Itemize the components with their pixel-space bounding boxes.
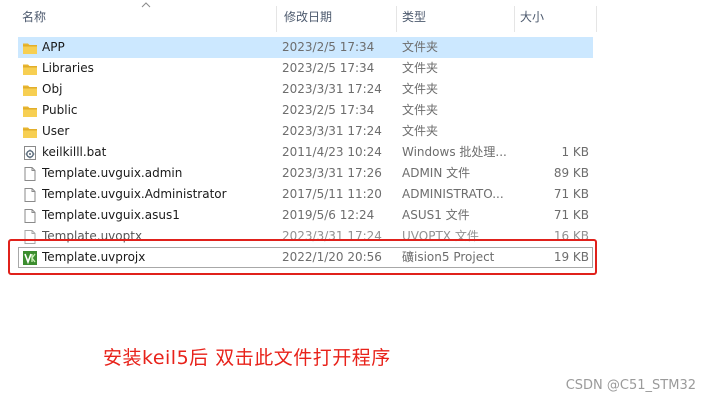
file-name: Template.uvguix.admin <box>42 166 183 180</box>
file-size: 1 KB <box>561 145 589 159</box>
file-icon <box>22 187 38 203</box>
column-divider[interactable] <box>396 6 397 32</box>
file-date-modified: 2023/3/31 17:24 <box>282 82 382 96</box>
file-name: Template.uvguix.Administrator <box>42 187 227 201</box>
annotation-text: 安装keil5后 双击此文件打开程序 <box>103 347 391 369</box>
file-name: APP <box>42 40 65 54</box>
file-row[interactable]: keilkilll.bat 2011/4/23 10:24 Windows 批处理.… <box>18 142 593 163</box>
file-type: ADMINISTRATO... <box>402 187 504 201</box>
column-header-bar: 名称 修改日期 类型 大小 <box>0 0 600 34</box>
column-divider[interactable] <box>276 6 277 32</box>
column-header-name[interactable]: 名称 <box>18 0 276 34</box>
file-row[interactable]: User 2023/3/31 17:24 文件夹 <box>18 121 593 142</box>
file-row[interactable]: Template.uvguix.asus1 2019/5/6 12:24 ASUS1… <box>18 205 593 226</box>
file-date-modified: 2017/5/11 11:20 <box>282 187 382 201</box>
file-date-modified: 2023/2/5 17:34 <box>282 40 375 54</box>
column-header-date-modified[interactable]: 修改日期 <box>280 0 397 34</box>
file-type: 文件夹 <box>402 40 439 54</box>
file-size <box>518 100 589 121</box>
folder-icon <box>22 103 38 119</box>
file-date-modified: 2023/3/31 17:26 <box>282 166 382 180</box>
folder-icon <box>22 61 38 77</box>
file-type: 文件夹 <box>402 82 439 96</box>
file-row[interactable]: Obj 2023/3/31 17:24 文件夹 <box>18 79 593 100</box>
file-size: 71 KB <box>553 208 589 222</box>
file-row[interactable]: Public 2023/2/5 17:34 文件夹 <box>18 100 593 121</box>
file-type: 文件夹 <box>402 61 439 75</box>
file-type: ADMIN 文件 <box>402 166 471 180</box>
file-size <box>518 58 589 79</box>
file-type: ASUS1 文件 <box>402 208 470 222</box>
file-type: 文件夹 <box>402 103 439 117</box>
file-date-modified: 2011/4/23 10:24 <box>282 145 382 159</box>
file-icon <box>22 208 38 224</box>
batch-file-icon <box>22 145 38 161</box>
file-date-modified: 2023/2/5 17:34 <box>282 103 375 117</box>
folder-icon <box>22 82 38 98</box>
file-row[interactable]: Template.uvguix.Administrator 2017/5/11 1… <box>18 184 593 205</box>
column-divider[interactable] <box>514 6 515 32</box>
file-explorer-window: 名称 修改日期 类型 大小 APP 2023/2/5 17:34 文件夹 Librar… <box>0 0 711 404</box>
file-type: 文件夹 <box>402 124 439 138</box>
file-date-modified: 2019/5/6 12:24 <box>282 208 375 222</box>
file-icon <box>22 166 38 182</box>
column-header-size[interactable]: 大小 <box>516 0 596 34</box>
red-highlight-box <box>8 239 597 275</box>
file-size: 89 KB <box>553 166 589 180</box>
column-header-type[interactable]: 类型 <box>398 0 513 34</box>
file-size <box>518 121 589 142</box>
file-name: User <box>42 124 70 138</box>
file-name: Public <box>42 103 78 117</box>
column-divider[interactable] <box>596 6 597 32</box>
file-date-modified: 2023/2/5 17:34 <box>282 61 375 75</box>
file-row[interactable]: Template.uvguix.admin 2023/3/31 17:26 ADMI… <box>18 163 593 184</box>
file-size <box>518 79 589 100</box>
file-name: keilkilll.bat <box>42 145 107 159</box>
file-type: Windows 批处理... <box>402 145 507 159</box>
watermark: CSDN @C51_STM32 <box>565 378 696 393</box>
folder-icon <box>22 124 38 140</box>
folder-icon <box>22 40 38 56</box>
file-name: Obj <box>42 82 63 96</box>
file-row[interactable]: Libraries 2023/2/5 17:34 文件夹 <box>18 58 593 79</box>
file-row[interactable]: APP 2023/2/5 17:34 文件夹 <box>18 37 593 58</box>
file-date-modified: 2023/3/31 17:24 <box>282 124 382 138</box>
file-name: Libraries <box>42 61 94 75</box>
file-name: Template.uvguix.asus1 <box>42 208 180 222</box>
file-size: 71 KB <box>553 187 589 201</box>
file-size <box>518 37 589 58</box>
